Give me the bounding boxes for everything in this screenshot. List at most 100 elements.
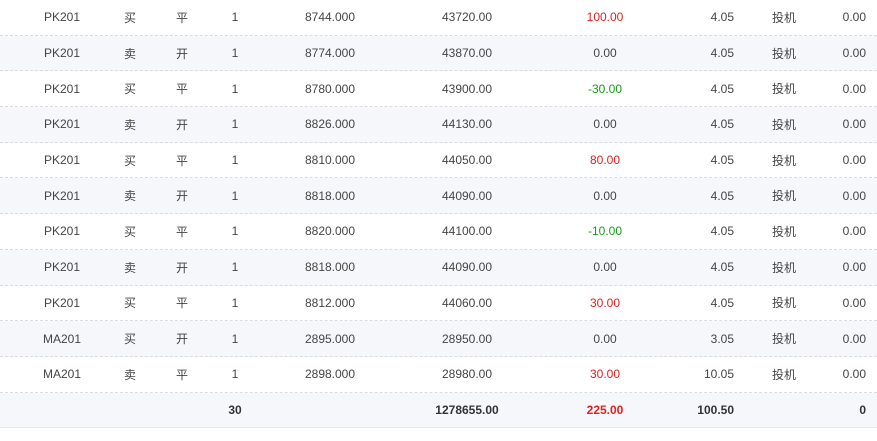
fee-cell: 4.05	[710, 10, 734, 25]
direction-cell: 买	[123, 82, 136, 97]
table-row[interactable]: MA201 买 开 1 2895.000 28950.00 0.00 3.05 投机 0.00	[0, 321, 877, 357]
contract-cell: PK201	[43, 46, 81, 61]
last-value-cell: 0.00	[842, 10, 866, 25]
price-cell: 8826.000	[304, 117, 356, 132]
pnl-cell: 0.00	[593, 188, 617, 203]
fee-cell: 4.05	[710, 260, 734, 275]
trade-records-table: PK201 买平 1 8744.000 43720.00 100.00 4.05 投机 0.00…	[0, 0, 877, 429]
table-row[interactable]: MA201 卖 平 1 2898.000 28980.00 30.00 10.05 投机 0.00	[0, 357, 877, 393]
quantity-cell: 1	[231, 188, 239, 203]
total-amount: 1278655.00	[435, 402, 499, 417]
pnl-cell: 30.00	[589, 295, 621, 310]
amount-cell: 44130.00	[441, 117, 493, 132]
last-value-cell: 0.00	[842, 295, 866, 310]
offset-cell: 开	[175, 332, 188, 347]
direction-cell: 卖	[123, 367, 136, 382]
amount-cell: 28950.00	[441, 331, 493, 346]
contract-cell: PK201	[43, 295, 81, 310]
last-value-cell: 0.00	[842, 260, 866, 275]
last-value-cell: 0.00	[842, 117, 866, 132]
price-cell: 2895.000	[304, 331, 356, 346]
contract-cell: PK201	[43, 10, 81, 25]
quantity-cell: 1	[231, 10, 239, 25]
offset-cell: 平	[175, 10, 188, 25]
table-row[interactable]: PK201 卖 开 1 8774.000 43870.00 0.00 4.05 投机 0.00	[0, 35, 877, 72]
fee-cell: 4.05	[710, 224, 734, 239]
pnl-cell: -10.00	[587, 224, 623, 239]
pnl-cell: 0.00	[593, 46, 617, 61]
fee-cell: 3.05	[710, 331, 734, 346]
price-cell: 8818.000	[304, 188, 356, 203]
table-row[interactable]: PK201 买 平 1 8812.000 44060.00 30.00 4.05 投机 0.00	[0, 286, 877, 322]
trade-type-cell: 投机	[771, 10, 796, 25]
amount-cell: 44060.00	[441, 295, 493, 310]
direction-cell: 买	[123, 296, 136, 311]
trade-type-cell: 投机	[771, 117, 796, 132]
last-value-cell: 0.00	[842, 188, 866, 203]
trade-type-cell: 投机	[771, 296, 796, 311]
last-value-cell: 0.00	[842, 367, 866, 382]
table-row[interactable]: PK201 买 平 1 8780.000 43900.00 -30.00 4.05 投机 0.00	[0, 71, 877, 108]
direction-cell: 买	[123, 224, 136, 239]
trade-type-cell: 投机	[771, 189, 796, 204]
contract-cell: PK201	[43, 188, 81, 203]
pnl-cell: 100.00	[586, 10, 624, 25]
quantity-cell: 1	[231, 46, 239, 61]
contract-cell: MA201	[42, 331, 82, 346]
table-row[interactable]: PK201 卖 开 1 8826.000 44130.00 0.00 4.05 投机 0.00	[0, 107, 877, 143]
offset-cell: 平	[175, 224, 188, 239]
amount-cell: 44100.00	[441, 224, 493, 239]
table-row[interactable]: PK201 买 平 1 8744.000 43720.00 100.00 4.05 投机 0.00	[0, 0, 877, 36]
total-fee: 100.50	[697, 402, 734, 417]
offset-cell: 平	[175, 296, 188, 311]
quantity-cell: 1	[231, 367, 239, 382]
price-cell: 2898.000	[304, 367, 356, 382]
trade-type-cell: 投机	[771, 367, 796, 382]
table-row[interactable]: PK201 买 平 1 8820.000 44100.00 -10.00 4.05 投机 0.00	[0, 214, 877, 250]
contract-cell: PK201	[43, 81, 81, 96]
fee-cell: 4.05	[710, 46, 734, 61]
offset-cell: 开	[175, 117, 188, 132]
total-pnl: 225.00	[586, 402, 624, 417]
direction-cell: 卖	[123, 260, 136, 275]
direction-cell: 卖	[123, 189, 136, 204]
fee-cell: 4.05	[710, 153, 734, 168]
pnl-cell: -30.00	[587, 81, 623, 96]
amount-cell: 44090.00	[441, 260, 493, 275]
quantity-cell: 1	[231, 117, 239, 132]
contract-cell: PK201	[43, 260, 81, 275]
last-value-cell: 0.00	[842, 46, 866, 61]
table-row[interactable]: PK201 买 平 1 8810.000 44050.00 80.00 4.05 投机 0.00	[0, 143, 877, 179]
direction-cell: 买	[123, 332, 136, 347]
trade-type-cell: 投机	[771, 82, 796, 97]
fee-cell: 4.05	[710, 117, 734, 132]
trade-type-cell: 投机	[771, 153, 796, 168]
offset-cell: 开	[175, 260, 188, 275]
trade-type-cell: 投机	[771, 224, 796, 239]
fee-cell: 4.05	[710, 188, 734, 203]
contract-cell: PK201	[43, 153, 81, 168]
amount-cell: 43720.00	[441, 10, 493, 25]
amount-cell: 44090.00	[441, 188, 493, 203]
quantity-cell: 1	[231, 295, 239, 310]
amount-cell: 43900.00	[441, 81, 493, 96]
offset-cell: 平	[175, 153, 188, 168]
last-value-cell: 0.00	[842, 81, 866, 96]
trade-type-cell: 投机	[771, 332, 796, 347]
table-row[interactable]: PK201 卖 开 1 8818.000 44090.00 0.00 4.05 投机 0.00	[0, 178, 877, 215]
offset-cell: 平	[175, 82, 188, 97]
table-total-row: 30 1278655.00 225.00 100.50 0	[0, 392, 877, 429]
amount-cell: 43870.00	[441, 46, 493, 61]
quantity-cell: 1	[231, 331, 239, 346]
trade-type-cell: 投机	[771, 260, 796, 275]
quantity-cell: 1	[231, 260, 239, 275]
quantity-cell: 1	[231, 81, 239, 96]
fee-cell: 4.05	[710, 81, 734, 96]
table-row[interactable]: PK201 卖 开 1 8818.000 44090.00 0.00 4.05 投机 0.00	[0, 249, 877, 286]
quantity-cell: 1	[231, 153, 239, 168]
offset-cell: 开	[175, 189, 188, 204]
direction-cell: 买	[123, 153, 136, 168]
price-cell: 8818.000	[304, 260, 356, 275]
last-value-cell: 0.00	[842, 331, 866, 346]
trade-type-cell: 投机	[771, 46, 796, 61]
